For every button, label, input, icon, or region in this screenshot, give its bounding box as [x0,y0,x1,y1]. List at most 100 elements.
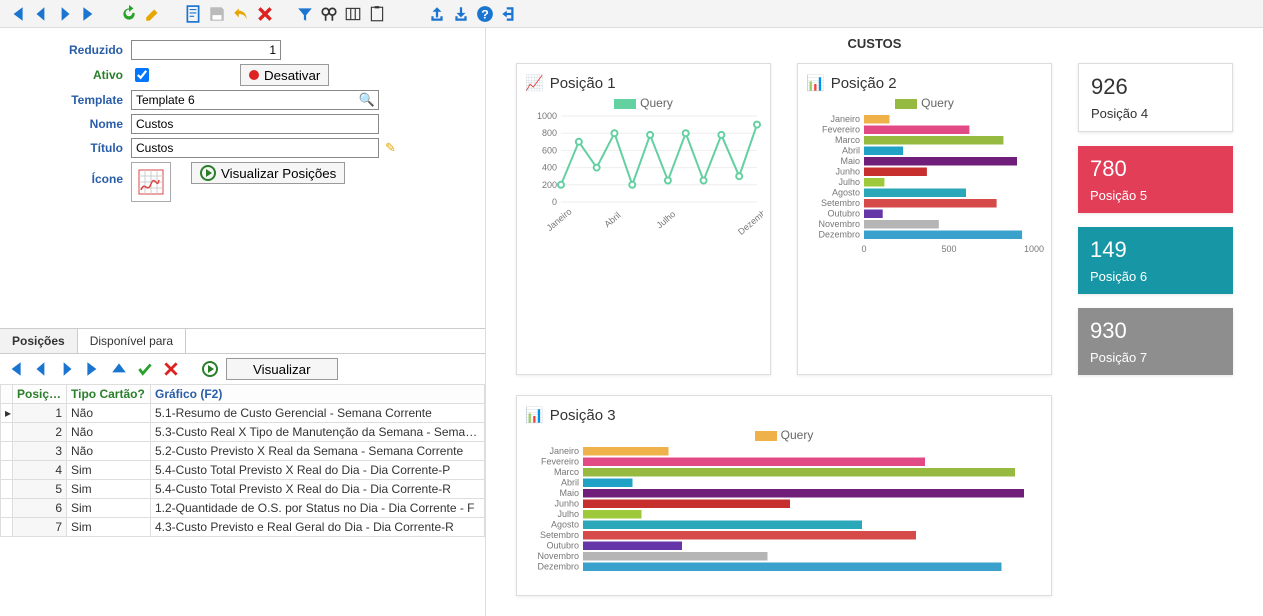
chart-card-pos3: 📊Posição 3 Query JaneiroFevereiroMarcoAb… [516,395,1052,596]
svg-text:Dezembro: Dezembro [537,562,579,572]
undo-icon[interactable] [232,5,250,23]
search-icon[interactable]: 🔍 [359,92,375,108]
grid-cancel-icon[interactable] [162,360,180,378]
chart-card-pos2: 📊Posição 2 Query JaneiroFevereiroMarcoAb… [797,63,1052,375]
stat-card: 926Posição 4 [1078,63,1233,132]
left-pane: Reduzido Ativo Desativar Template 🔍 [0,28,486,616]
col-posicao[interactable]: Posição [13,385,67,404]
tab-posicoes[interactable]: Posições [0,329,78,353]
grid-toolbar: Visualizar [0,354,485,384]
svg-text:Setembro: Setembro [821,198,860,208]
svg-text:Outubro: Outubro [546,541,579,551]
grid-first-icon[interactable] [6,360,24,378]
titulo-input[interactable] [131,138,379,158]
stat-card: 930Posição 7 [1078,308,1233,375]
visualizar-posicoes-label: Visualizar Posições [221,166,336,181]
import-icon[interactable] [452,5,470,23]
table-row[interactable]: 7Sim4.3-Custo Previsto e Real Geral do D… [1,518,485,537]
export-icon[interactable] [428,5,446,23]
svg-text:500: 500 [941,244,956,254]
right-pane: CUSTOS 📈Posição 1 Query 0200400600800100… [486,28,1263,616]
svg-text:1000: 1000 [1024,244,1044,254]
bar-chart-pos2: JaneiroFevereiroMarcoAbrilMaioJunhoJulho… [806,112,1044,262]
page-title: CUSTOS [486,28,1263,63]
svg-text:Janeiro: Janeiro [545,206,574,233]
icone-selector[interactable] [131,162,171,202]
svg-text:Agosto: Agosto [832,188,860,198]
col-grafico[interactable]: Gráfico (F2) [151,385,485,404]
svg-text:Agosto: Agosto [551,520,579,530]
find-icon[interactable] [320,5,338,23]
edit-titulo-icon[interactable]: ✎ [385,140,396,156]
label-icone: Ícone [16,162,131,186]
grid-up-icon[interactable] [110,360,128,378]
label-ativo: Ativo [16,68,131,82]
grid-confirm-icon[interactable] [136,360,154,378]
svg-text:Dezembro: Dezembro [736,203,763,237]
table-row[interactable]: 4Sim5.4-Custo Total Previsto X Real do D… [1,461,485,480]
table-row[interactable]: 2Não5.3-Custo Real X Tipo de Manutenção … [1,423,485,442]
table-row[interactable]: 6Sim1.2-Quantidade de O.S. por Status no… [1,499,485,518]
new-icon[interactable] [184,5,202,23]
reduzido-input[interactable] [131,40,281,60]
svg-text:Abril: Abril [842,146,860,156]
svg-text:Junho: Junho [835,167,860,177]
svg-text:Fevereiro: Fevereiro [541,457,579,467]
table-row[interactable]: 3Não5.2-Custo Previsto X Real da Semana … [1,442,485,461]
delete-icon[interactable] [256,5,274,23]
table-row[interactable]: ▸ 1Não5.1-Resumo de Custo Gerencial - Se… [1,404,485,423]
visualizar-posicoes-button[interactable]: Visualizar Posições [191,162,345,184]
label-template: Template [16,93,131,107]
pos1-legend: Query [525,96,762,110]
edit-icon[interactable] [144,5,162,23]
ativo-checkbox[interactable] [135,68,149,82]
columns-icon[interactable] [344,5,362,23]
line-chart-pos1: 02004006008001000JaneiroAbrilJulhoDezemb… [525,112,763,242]
clipboard-icon[interactable] [368,5,386,23]
tab-disponivel-para[interactable]: Disponível para [78,329,186,353]
grid-table: Posição Tipo Cartão? Gráfico (F2) ▸ 1Não… [0,384,485,537]
lower-tabs: Posições Disponível para [0,328,485,354]
stat-card: 149Posição 6 [1078,227,1233,294]
help-icon[interactable]: ? [476,5,494,23]
red-dot-icon [249,70,259,80]
svg-text:Outubro: Outubro [827,209,860,219]
svg-text:Marco: Marco [835,135,860,145]
svg-text:Julho: Julho [655,209,678,230]
prev-icon[interactable] [32,5,50,23]
svg-text:Dezembro: Dezembro [818,230,860,240]
svg-text:?: ? [481,7,489,21]
exit-icon[interactable] [500,5,518,23]
col-tipo[interactable]: Tipo Cartão? [67,385,151,404]
svg-text:0: 0 [552,197,557,207]
svg-text:Setembro: Setembro [540,530,579,540]
grid-visualizar-button[interactable]: Visualizar [226,358,338,380]
template-input[interactable] [131,90,379,110]
table-row[interactable]: 5Sim5.4-Custo Total Previsto X Real do D… [1,480,485,499]
pos3-legend: Query [525,428,1043,442]
desativar-button[interactable]: Desativar [240,64,329,86]
label-nome: Nome [16,117,131,131]
grid-prev-icon[interactable] [32,360,50,378]
svg-text:Fevereiro: Fevereiro [822,125,860,135]
label-titulo: Título [16,141,131,155]
refresh-icon[interactable] [120,5,138,23]
last-icon[interactable] [80,5,98,23]
grid-last-icon[interactable] [84,360,102,378]
first-icon[interactable] [8,5,26,23]
next-icon[interactable] [56,5,74,23]
svg-text:Abril: Abril [561,478,579,488]
svg-text:Junho: Junho [554,499,579,509]
main-toolbar: ? [0,0,1263,28]
svg-text:Abril: Abril [602,210,622,229]
nome-input[interactable] [131,114,379,134]
bar-chart-pos3: JaneiroFevereiroMarcoAbrilMaioJunhoJulho… [525,444,1043,584]
save-icon[interactable] [208,5,226,23]
pos2-legend: Query [806,96,1043,110]
grid-next-icon[interactable] [58,360,76,378]
svg-text:Janeiro: Janeiro [830,114,860,124]
filter-icon[interactable] [296,5,314,23]
svg-text:200: 200 [542,180,557,190]
line-chart-icon: 📈 [525,74,544,92]
grid-play-icon[interactable] [202,361,218,377]
